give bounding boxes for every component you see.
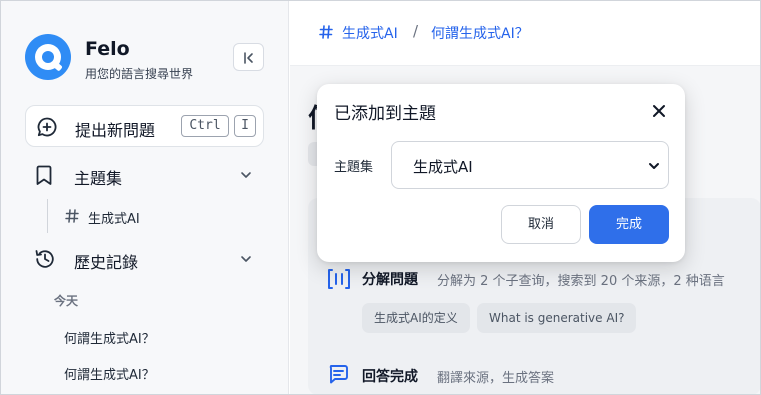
step-description: 分解为 2 个子查询，搜索到 20 个来源，2 种语言 — [437, 274, 725, 289]
step-title: 分解問題 — [362, 272, 418, 288]
sidebar: Felo 用您的語言搜尋世界 提出新問題 Ctrl I 主題集 生成式AI 歷史… — [0, 0, 289, 395]
felo-logo-icon[interactable] — [25, 34, 71, 80]
shortcut-key-ctrl: Ctrl — [181, 115, 229, 137]
chevron-down-icon — [649, 163, 659, 169]
history-item-label: 何謂生成式AI？ — [64, 332, 155, 347]
history-item[interactable]: 何謂生成式AI？ — [54, 360, 274, 386]
history-item[interactable]: 何謂生成式AI？ — [54, 324, 274, 350]
hash-icon — [319, 25, 333, 39]
shortcut-key-i: I — [234, 115, 256, 137]
tree-guide-line — [47, 199, 48, 233]
chevron-down-icon[interactable] — [239, 168, 253, 182]
subquery-chip[interactable]: What is generative AI? — [477, 303, 637, 333]
topic-select[interactable]: 生成式AI — [391, 141, 669, 189]
cancel-button[interactable]: 取消 — [501, 205, 581, 244]
message-icon — [329, 365, 348, 384]
history-item-label: 何謂生成式AI？ — [64, 368, 155, 383]
new-question-button[interactable]: 提出新問題 Ctrl I — [25, 105, 264, 147]
brand-tagline: 用您的語言搜尋世界 — [85, 67, 194, 81]
dialog-title: 已添加到主題 — [334, 104, 436, 124]
history-label: 歷史記錄 — [74, 253, 139, 272]
topic-select-value: 生成式AI — [413, 158, 473, 176]
new-question-label: 提出新問題 — [75, 121, 156, 140]
collapse-left-icon — [244, 52, 253, 64]
breadcrumb: 生成式AI / 何謂生成式AI？ — [290, 0, 761, 66]
chevron-down-icon[interactable] — [239, 252, 253, 266]
split-query-icon — [328, 269, 350, 289]
step-title: 回答完成 — [362, 369, 418, 385]
sidebar-item-topics[interactable]: 主題集 — [25, 158, 264, 192]
breadcrumb-separator: / — [413, 22, 419, 40]
topics-label: 主題集 — [74, 169, 123, 188]
added-to-topic-dialog: 已添加到主題 主題集 生成式AI 取消 完成 — [317, 84, 685, 262]
topic-field-label: 主題集 — [334, 160, 374, 175]
collapse-sidebar-button[interactable] — [233, 43, 264, 71]
step-description: 翻譯來源，生成答案 — [437, 371, 555, 386]
done-button[interactable]: 完成 — [589, 205, 669, 244]
history-icon — [35, 250, 54, 268]
breadcrumb-question-link[interactable]: 何謂生成式AI？ — [431, 23, 529, 43]
breadcrumb-topic-link[interactable]: 生成式AI — [342, 23, 398, 43]
bookmark-icon — [36, 165, 52, 185]
chat-plus-icon — [37, 117, 57, 137]
history-group-today: 今天 — [54, 294, 79, 308]
close-icon[interactable] — [650, 102, 668, 120]
sidebar-topic-item[interactable]: 生成式AI — [62, 205, 262, 229]
sidebar-item-history[interactable]: 歷史記錄 — [25, 242, 264, 276]
topic-item-label: 生成式AI — [88, 212, 140, 227]
subquery-chip[interactable]: 生成式AI的定义 — [362, 303, 470, 333]
hash-icon — [65, 209, 79, 223]
brand-name: Felo — [85, 38, 130, 60]
